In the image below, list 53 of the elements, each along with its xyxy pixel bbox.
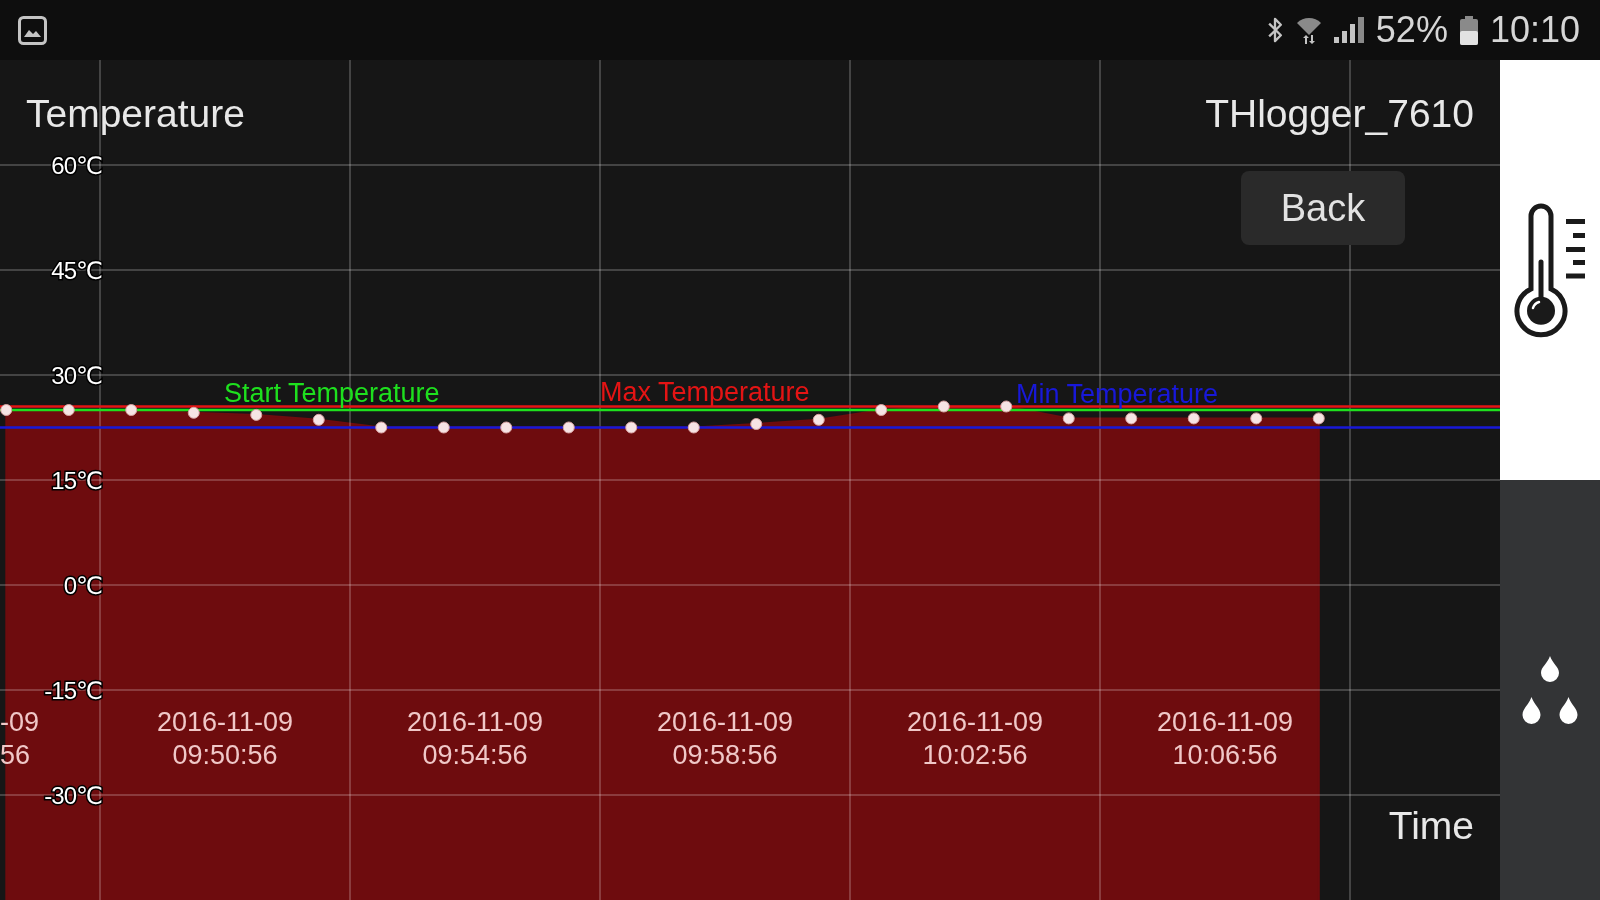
data-point [1312, 412, 1325, 425]
y-axis-label: 30℃ [51, 361, 102, 389]
data-point [750, 418, 763, 430]
data-point [250, 408, 263, 421]
x-axis-title: Time [1388, 804, 1474, 847]
data-point [0, 404, 13, 416]
wifi-icon [1295, 16, 1322, 44]
y-axis-label: -30℃ [44, 781, 102, 809]
y-axis-label: 15℃ [51, 466, 102, 494]
bluetooth-icon [1265, 16, 1284, 44]
data-point [562, 421, 575, 434]
x-axis-label: -09 56 [0, 707, 40, 770]
data-point [437, 421, 450, 434]
back-button[interactable]: Back [1241, 171, 1405, 245]
y-axis-title: Temperature [26, 91, 245, 137]
data-point [312, 413, 325, 426]
y-axis-label: -15℃ [44, 676, 102, 704]
image-icon [18, 15, 47, 45]
data-point [125, 404, 138, 416]
data-point [1062, 412, 1075, 425]
reference-line-label: Max Temperature [600, 376, 810, 407]
data-point [62, 404, 75, 416]
x-axis-label: 2016-11-09 10:06:56 [1156, 707, 1294, 770]
x-axis-label: 2016-11-09 09:54:56 [406, 707, 544, 770]
data-point [625, 421, 638, 434]
y-axis-label: 45℃ [51, 256, 102, 284]
water-drops-icon [1522, 656, 1578, 724]
x-axis-label: 2016-11-09 09:50:56 [156, 707, 294, 770]
data-point [875, 404, 888, 416]
reference-line-label: Min Temperature [1016, 379, 1219, 409]
thermometer-icon [1513, 201, 1587, 339]
data-point [687, 421, 700, 434]
signal-icon [1333, 17, 1364, 43]
data-point [187, 406, 200, 419]
y-axis-label: 60℃ [51, 151, 102, 179]
data-point [1250, 412, 1263, 425]
data-point [1125, 412, 1138, 425]
device-name: THlogger_7610 [1205, 91, 1474, 137]
data-point [812, 413, 825, 426]
y-axis-label: 0℃ [63, 571, 102, 599]
data-point [1000, 400, 1013, 413]
data-point [500, 421, 513, 434]
data-point [375, 421, 388, 434]
x-axis-label: 2016-11-09 10:02:56 [906, 707, 1044, 770]
battery-icon [1459, 15, 1478, 45]
data-point [1187, 412, 1200, 425]
reference-line-label: Start Temperature [224, 378, 440, 408]
data-point [937, 400, 950, 413]
sidebar-tab[interactable] [1500, 480, 1600, 900]
clock-time: 10:10 [1489, 10, 1580, 50]
battery-percentage: 52% [1375, 10, 1448, 50]
sidebar-tab[interactable] [1500, 60, 1600, 480]
x-axis-label: 2016-11-09 09:58:56 [656, 707, 794, 770]
